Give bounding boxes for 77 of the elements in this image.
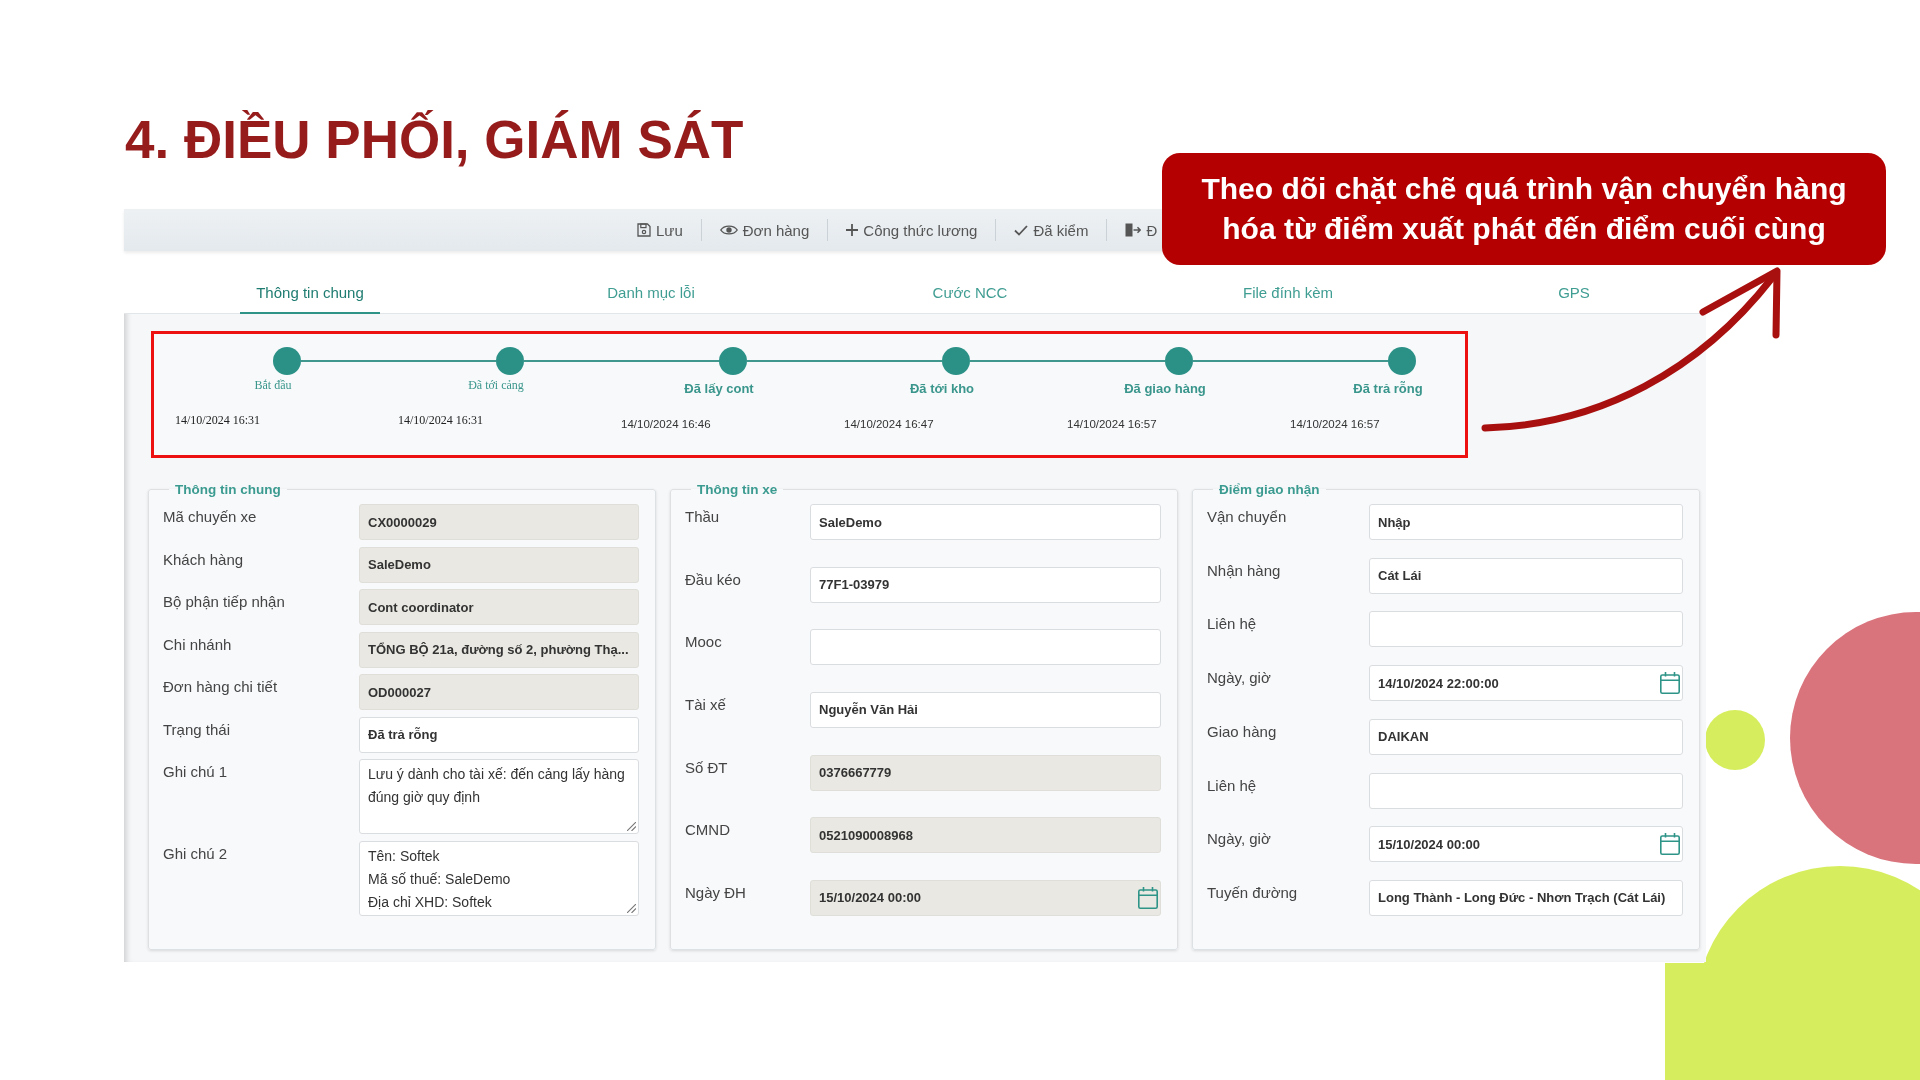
- step-time: 14/10/2024 16:47: [844, 417, 934, 431]
- field-label: Ghi chú 1: [163, 762, 228, 783]
- step-label: Đã lấy cont: [684, 381, 754, 397]
- step-time: 14/10/2024 16:31: [398, 413, 483, 427]
- field-label: Ghi chú 2: [163, 843, 228, 864]
- step-dot-icon: [719, 347, 747, 375]
- field-label: Tuyến đường: [1207, 882, 1298, 903]
- toolbar-button[interactable]: Công thức lương: [828, 215, 996, 245]
- step-dot-icon: [1388, 347, 1416, 375]
- step-dot-icon: [1165, 347, 1193, 375]
- tab[interactable]: Thông tin chung: [240, 272, 380, 314]
- step-time: 14/10/2024 16:57: [1067, 417, 1157, 431]
- step-dot-icon: [273, 347, 301, 375]
- step-label: Đã tới kho: [909, 381, 975, 397]
- input-field[interactable]: Long Thành - Long Đức - Nhơn Trạch (Cát Lái): [1369, 879, 1683, 916]
- field-label: Vận chuyển: [1207, 507, 1287, 527]
- calendar-icon: [1138, 886, 1158, 909]
- step-time: 14/10/2024 16:31: [175, 413, 260, 427]
- checkmark-icon: [1014, 224, 1029, 236]
- step-time: 14/10/2024 16:46: [621, 417, 711, 431]
- field-label: Chi nhánh: [163, 634, 232, 655]
- calendar-icon: [1660, 833, 1680, 856]
- field-label: Bộ phận tiếp nhận: [163, 592, 285, 613]
- step-dot-icon: [496, 347, 524, 375]
- input-field[interactable]: [1369, 611, 1683, 648]
- plus-icon: [846, 224, 859, 236]
- field-label: Giao hàng: [1207, 721, 1277, 742]
- eye-icon: [719, 224, 738, 236]
- panel-title: Thông tin chung: [174, 481, 282, 498]
- field-label: Thầu: [685, 507, 720, 527]
- field-label: Số ĐT: [685, 757, 728, 778]
- field-label: Ngày, giờ: [1207, 668, 1271, 689]
- input-field[interactable]: [810, 629, 1161, 666]
- step-time: 14/10/2024 16:57: [1290, 417, 1380, 431]
- field-label: Ngày ĐH: [685, 882, 746, 903]
- callout-banner: Theo dõi chặt chẽ quá trình vận chuyển hàng hóa từ điểm xuất phát đến điểm cuối cùng: [1162, 153, 1886, 265]
- input-field[interactable]: [1369, 772, 1683, 809]
- input-field[interactable]: Đã trả rỗng: [359, 716, 639, 753]
- date-field[interactable]: 15/10/2024 00:00: [1369, 826, 1683, 863]
- field-label: Mooc: [685, 632, 722, 653]
- input-field[interactable]: Cát Lái: [1369, 557, 1683, 594]
- step-label: Đã tới cảng: [468, 378, 524, 392]
- step-label: Đã giao hàng: [1124, 381, 1206, 397]
- resize-grip-icon: [627, 822, 636, 832]
- slide-title: 4. ĐIỀU PHỐI, GIÁM SÁT: [125, 109, 744, 171]
- date-field[interactable]: 14/10/2024 22:00:00: [1369, 665, 1683, 702]
- input-field[interactable]: SaleDemo: [810, 504, 1161, 540]
- field-label: Ngày, giờ: [1207, 829, 1271, 850]
- toolbar-button[interactable]: Đ: [1107, 215, 1158, 245]
- field-label: Đầu kéo: [685, 569, 741, 590]
- text-area[interactable]: Lưu ý dành cho tài xế: đến cảng lấy hàng đúng giờ quy định: [359, 759, 639, 835]
- toolbar-button[interactable]: Đơn hàng: [701, 215, 828, 245]
- panel-title: Điểm giao nhận: [1218, 481, 1321, 498]
- step-label: Đã trả rỗng: [1353, 381, 1423, 397]
- calendar-icon: [1660, 672, 1680, 695]
- field-label: Tài xế: [685, 694, 726, 715]
- step-label: Bắt đầu: [254, 378, 292, 392]
- input-field[interactable]: DAIKAN: [1369, 718, 1683, 755]
- field-label: Mã chuyến xe: [163, 507, 257, 527]
- panel-title: Thông tin xe: [696, 481, 779, 498]
- input-field[interactable]: 77F1-03979: [810, 566, 1161, 603]
- field-label: Liên hệ: [1207, 614, 1257, 635]
- field-label: Trạng thái: [163, 719, 230, 740]
- field-label: Khách hàng: [163, 549, 244, 570]
- door-arrow-icon: [1125, 223, 1142, 237]
- field-label: Đơn hàng chi tiết: [163, 677, 278, 698]
- text-area[interactable]: Tên: Softek Mã số thuế: SaleDemo Địa chỉ XHD: Softek: [359, 840, 639, 916]
- toolbar-button[interactable]: Lưu: [619, 215, 701, 245]
- toolbar-button[interactable]: Đã kiểm: [996, 215, 1107, 245]
- input-field[interactable]: Nhập: [1369, 504, 1683, 540]
- field-label: Nhận hàng: [1207, 560, 1281, 581]
- input-field[interactable]: Nguyễn Văn Hải: [810, 691, 1161, 728]
- step-dot-icon: [942, 347, 970, 375]
- field-label: CMND: [685, 820, 730, 841]
- decorative-circle: [1705, 710, 1765, 770]
- field-label: Liên hệ: [1207, 775, 1257, 796]
- resize-grip-icon: [627, 903, 636, 913]
